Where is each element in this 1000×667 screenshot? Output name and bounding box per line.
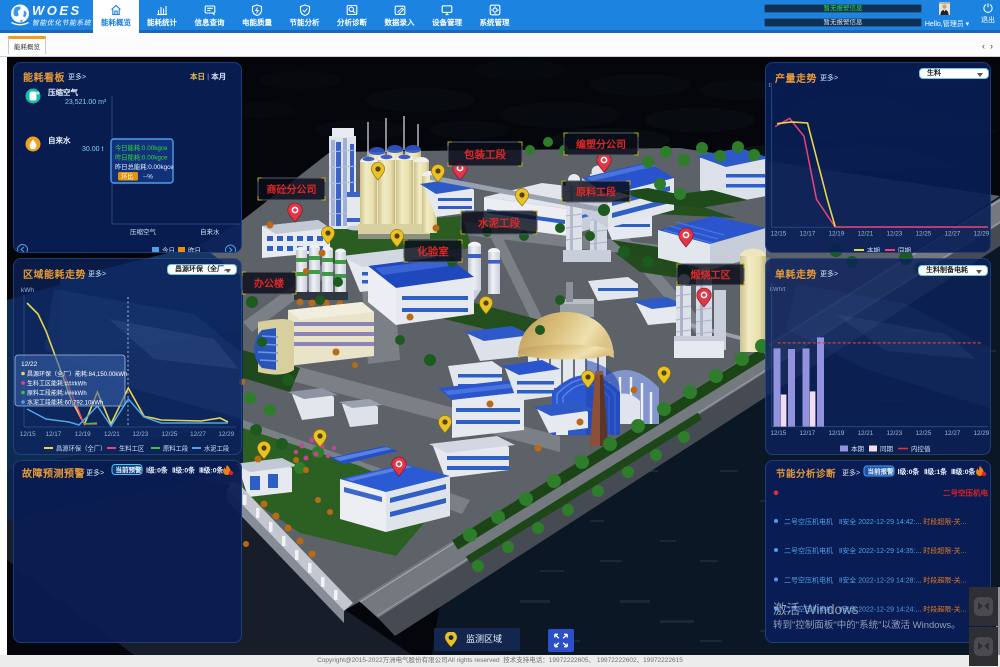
- svg-text:12/29: 12/29: [974, 231, 990, 238]
- svg-text:办公楼: 办公楼: [254, 277, 284, 290]
- svg-text:12/25: 12/25: [916, 231, 932, 238]
- svg-text:当前报警: 当前报警: [868, 467, 895, 476]
- svg-text:本期: 本期: [867, 246, 881, 254]
- svg-text:原料工段: 原料工段: [576, 186, 616, 199]
- svg-text:12/23: 12/23: [887, 231, 903, 238]
- svg-text:12/27: 12/27: [945, 231, 961, 238]
- svg-text:自来水: 自来水: [200, 227, 220, 236]
- svg-text:生料工区: 生料工区: [119, 444, 144, 453]
- svg-text:同期: 同期: [898, 247, 912, 254]
- svg-text:二号空压机电机 Ⅱ安全 2022-12-29 14:35: 二号空压机电机 Ⅱ安全 2022-12-29 14:35:... 时段超限-关.…: [784, 546, 966, 555]
- svg-text:昌源环保（全厂）能耗:84,150.00kWh: 昌源环保（全厂）能耗:84,150.00kWh: [27, 370, 127, 378]
- svg-text:--%: --%: [143, 174, 153, 181]
- svg-text:12/21: 12/21: [104, 431, 120, 438]
- svg-text:12/17: 12/17: [800, 430, 816, 437]
- svg-text:昨日: 昨日: [188, 246, 201, 254]
- svg-text:编塑分公司: 编塑分公司: [576, 138, 626, 151]
- svg-text:12/19: 12/19: [829, 231, 845, 238]
- svg-text:昌源环保（全厂）: 昌源环保（全厂）: [56, 444, 106, 453]
- svg-text:12/15: 12/15: [20, 431, 36, 438]
- svg-text:自来水: 自来水: [48, 135, 71, 145]
- svg-text:kWh/t: kWh/t: [770, 287, 786, 293]
- svg-text:化验室: 化验室: [417, 245, 449, 258]
- svg-text:12/27: 12/27: [190, 431, 206, 438]
- svg-text:商砼分公司: 商砼分公司: [267, 183, 317, 196]
- svg-text:包装工段: 包装工段: [464, 148, 506, 161]
- svg-text:同期: 同期: [880, 445, 894, 453]
- svg-text:30.00 t: 30.00 t: [82, 146, 103, 153]
- svg-text:23,521.00 m³: 23,521.00 m³: [65, 99, 107, 106]
- svg-text:生料工区能耗:###kWh: 生料工区能耗:###kWh: [27, 380, 87, 388]
- svg-text:Ⅱ级:0条: Ⅱ级:0条: [172, 466, 195, 475]
- svg-text:12/15: 12/15: [771, 430, 787, 437]
- svg-text:12/25: 12/25: [916, 430, 932, 437]
- svg-text:Ⅲ级:0条: Ⅲ级:0条: [199, 466, 224, 475]
- svg-text:环比: 环比: [121, 172, 134, 181]
- svg-text:12/23: 12/23: [887, 430, 903, 437]
- svg-text:当前预警: 当前预警: [116, 465, 143, 474]
- svg-text:12/19: 12/19: [829, 430, 845, 437]
- svg-text:原料工段: 原料工段: [163, 444, 189, 453]
- svg-text:12/29: 12/29: [218, 431, 234, 438]
- svg-text:二号空压机电: 二号空压机电: [943, 488, 988, 498]
- svg-text:12/21: 12/21: [858, 231, 874, 238]
- svg-text:煅烧工区: 煅烧工区: [691, 269, 731, 282]
- svg-text:Ⅰ级:0条: Ⅰ级:0条: [146, 466, 168, 475]
- svg-text:12/25: 12/25: [162, 431, 178, 438]
- svg-text:12/19: 12/19: [75, 431, 91, 438]
- svg-text:12/17: 12/17: [800, 231, 816, 238]
- svg-text:Ⅲ级:0条: Ⅲ级:0条: [951, 467, 976, 476]
- svg-text:本期: 本期: [851, 444, 865, 453]
- svg-text:12/17: 12/17: [46, 431, 62, 438]
- svg-text:二号空压机电机 Ⅱ安全 2022-12-29 14:42: 二号空压机电机 Ⅱ安全 2022-12-29 14:42:... 时段超限-关.…: [784, 517, 966, 526]
- svg-text:压缩空气: 压缩空气: [130, 227, 157, 236]
- svg-text:Ⅰ级:0条: Ⅰ级:0条: [898, 467, 920, 476]
- svg-text:12/22: 12/22: [21, 361, 38, 368]
- svg-text:12/27: 12/27: [945, 430, 961, 437]
- svg-text:原料工段能耗:###kWh: 原料工段能耗:###kWh: [27, 389, 87, 397]
- svg-text:12/21: 12/21: [858, 430, 874, 437]
- svg-text:二号空压机电机 Ⅱ安全 2022-12-29 14:28: 二号空压机电机 Ⅱ安全 2022-12-29 14:28:... 时段超限-关.…: [784, 576, 966, 585]
- svg-text:昨日能耗:0.00kgce: 昨日能耗:0.00kgce: [115, 153, 168, 162]
- svg-text:kWh: kWh: [21, 287, 34, 294]
- svg-text:t: t: [769, 83, 771, 89]
- svg-text:12/29: 12/29: [974, 430, 990, 437]
- svg-text:今日: 今日: [162, 246, 175, 254]
- svg-text:压缩空气: 压缩空气: [48, 87, 78, 97]
- svg-text:内控值: 内控值: [911, 444, 931, 453]
- svg-text:水泥工段: 水泥工段: [204, 444, 230, 453]
- svg-text:12/23: 12/23: [133, 431, 149, 438]
- svg-text:Ⅱ级:1条: Ⅱ级:1条: [924, 467, 947, 476]
- svg-text:水泥工段: 水泥工段: [477, 217, 520, 230]
- svg-text:水泥工段能耗:60,792.10kWh: 水泥工段能耗:60,792.10kWh: [27, 399, 103, 407]
- svg-text:12/15: 12/15: [771, 231, 787, 238]
- svg-text:今日能耗:0.00kgce: 今日能耗:0.00kgce: [115, 143, 168, 152]
- svg-text:昨日总能耗:0.00kgce: 昨日总能耗:0.00kgce: [115, 162, 174, 171]
